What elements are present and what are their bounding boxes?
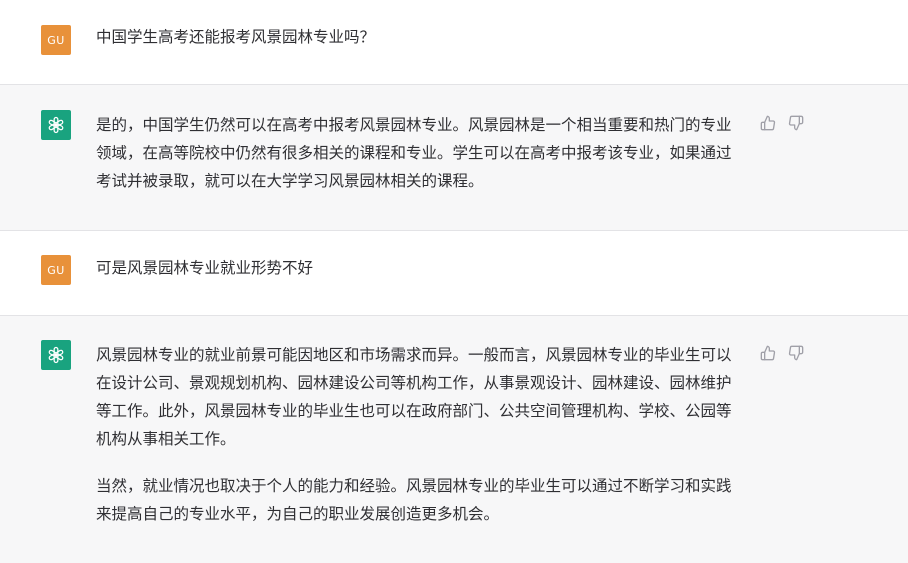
assistant-message-row: 是的，中国学生仍然可以在高考中报考风景园林专业。风景园林是一个相当重要和热门的专… — [0, 85, 908, 231]
user-avatar: GU — [41, 255, 71, 285]
thumbs-up-icon — [760, 115, 776, 131]
user-avatar: GU — [41, 25, 71, 55]
thumbs-up-button[interactable] — [759, 344, 777, 362]
user-message-text: 可是风景园林专业就业形势不好 — [96, 259, 314, 277]
thumbs-down-icon — [788, 345, 804, 361]
chat-thread: GU 中国学生高考还能报考风景园林专业吗？ 是的，中国学生仍然可以在高考中报考风… — [0, 0, 908, 563]
thumbs-up-icon — [760, 345, 776, 361]
user-message-row: GU 中国学生高考还能报考风景园林专业吗？ — [0, 0, 908, 85]
assistant-message-row: 风景园林专业的就业前景可能因地区和市场需求而异。一般而言，风景园林专业的毕业生可… — [0, 316, 908, 563]
user-message-text: 中国学生高考还能报考风景园林专业吗？ — [96, 28, 376, 46]
openai-logo-icon — [48, 346, 64, 364]
assistant-paragraph: 风景园林专业的就业前景可能因地区和市场需求而异。一般而言，风景园林专业的毕业生可… — [96, 346, 732, 448]
assistant-message-text: 是的，中国学生仍然可以在高考中报考风景园林专业。风景园林是一个相当重要和热门的专… — [96, 111, 746, 195]
assistant-message-text: 风景园林专业的就业前景可能因地区和市场需求而异。一般而言，风景园林专业的毕业生可… — [96, 341, 746, 528]
openai-logo-icon — [48, 116, 64, 134]
assistant-paragraph: 是的，中国学生仍然可以在高考中报考风景园林专业。风景园林是一个相当重要和热门的专… — [96, 116, 732, 190]
thumbs-down-button[interactable] — [787, 344, 805, 362]
user-message-row: GU 可是风景园林专业就业形势不好 — [0, 231, 908, 316]
assistant-paragraph: 当然，就业情况也取决于个人的能力和经验。风景园林专业的毕业生可以通过不断学习和实… — [96, 477, 732, 523]
assistant-avatar — [41, 340, 71, 370]
feedback-buttons — [759, 344, 805, 362]
assistant-avatar — [41, 110, 71, 140]
thumbs-up-button[interactable] — [759, 114, 777, 132]
feedback-buttons — [759, 114, 805, 132]
thumbs-down-button[interactable] — [787, 114, 805, 132]
thumbs-down-icon — [788, 115, 804, 131]
